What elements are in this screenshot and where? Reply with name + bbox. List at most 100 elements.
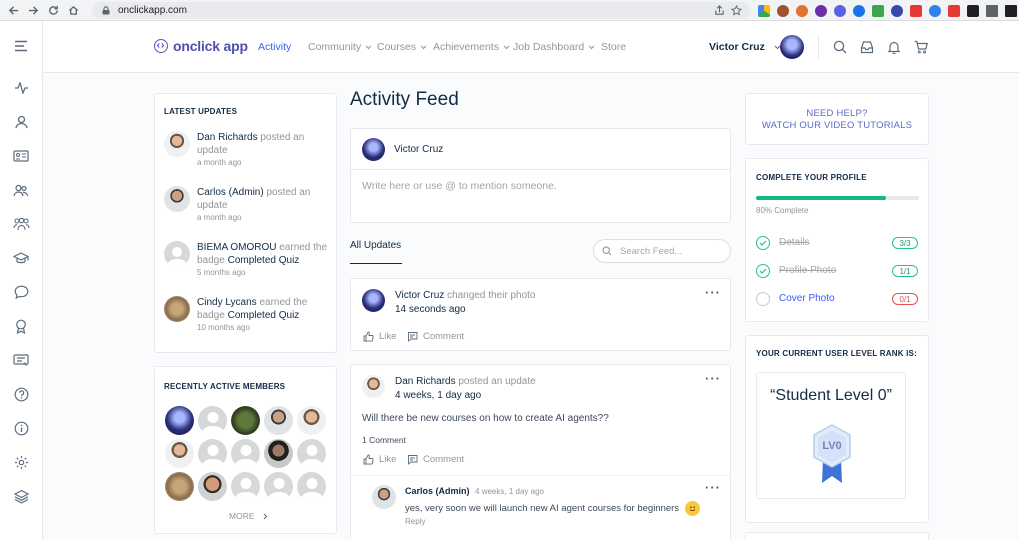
member-avatar[interactable] [264,472,293,501]
media-icon[interactable] [986,4,998,17]
cart-icon[interactable] [914,40,928,54]
star-icon[interactable] [731,5,742,16]
gear-extension-icon[interactable] [891,4,903,17]
member-avatar[interactable] [198,472,227,501]
member-avatar[interactable] [198,439,227,468]
comment-button[interactable]: Comment [407,331,464,342]
like-button[interactable]: Like [363,454,396,465]
nav-activity[interactable]: Activity [258,41,291,53]
composer-input[interactable]: Write here or use @ to mention someone. [362,180,557,192]
post-avatar[interactable] [362,289,385,312]
share-icon[interactable] [714,5,725,16]
lens-extension-icon[interactable] [929,4,941,17]
post-options-icon[interactable]: ··· [705,285,721,300]
sidepanel-icon[interactable] [1005,4,1017,17]
graduation-cap-icon[interactable] [12,249,30,267]
search-feed-input[interactable]: Search Feed... [593,239,731,263]
post-body: Will there be new courses on how to crea… [362,413,609,424]
level-badge-icon: LV0 [810,423,854,485]
search-icon[interactable] [833,40,847,54]
member-avatar[interactable] [231,406,260,435]
bell-icon[interactable] [887,40,901,54]
bolt-extension-icon[interactable] [796,4,808,17]
more-members-link[interactable]: MORE [229,511,268,521]
globe-extension-icon[interactable] [853,4,865,17]
forward-icon[interactable] [26,3,40,17]
update-author[interactable]: Cindy Lycans [197,297,257,308]
nav-achievements[interactable]: Achievements [433,41,510,53]
groups-icon[interactable] [12,215,30,233]
job-board-icon[interactable] [12,351,30,369]
member-avatar[interactable] [231,439,260,468]
avatar[interactable] [164,241,190,267]
nav-store[interactable]: Store [601,41,626,53]
puzzle-icon[interactable] [967,4,979,17]
avatar[interactable] [164,296,190,322]
profile-icon[interactable] [12,113,30,131]
user-menu[interactable]: Victor Cruz [709,41,781,53]
update-badge[interactable]: Completed Quiz [228,310,300,321]
reply-link[interactable]: Reply [405,517,425,526]
circle-extension-icon[interactable] [834,4,846,17]
drive-extension-icon[interactable] [758,4,770,17]
member-avatar[interactable] [297,439,326,468]
cookie-extension-icon[interactable] [777,4,789,17]
member-avatar[interactable] [231,472,260,501]
comment-author[interactable]: Carlos (Admin) [405,486,470,496]
comment-count[interactable]: 1 Comment [362,435,406,445]
post-avatar[interactable] [362,375,385,398]
member-avatar[interactable] [264,439,293,468]
back-icon[interactable] [6,3,20,17]
address-bar[interactable]: onclickapp.com [92,2,750,19]
reload-icon[interactable] [46,3,60,17]
help-tutorials-link[interactable]: WATCH OUR VIDEO TUTORIALS [746,120,928,131]
profile-step-details[interactable]: Details [779,237,810,248]
member-avatar[interactable] [297,406,326,435]
layers-icon[interactable] [12,487,30,505]
nav-community[interactable]: Community [308,41,372,53]
activity-icon[interactable] [12,79,30,97]
like-button[interactable]: Like [363,331,396,342]
image-extension-icon[interactable] [872,4,884,17]
post-options-icon[interactable]: ··· [705,371,721,386]
update-author[interactable]: Carlos (Admin) [197,187,264,198]
profile-step-cover[interactable]: Cover Photo [779,293,835,304]
member-avatar[interactable] [165,439,194,468]
crown-extension-icon[interactable] [910,4,922,17]
update-badge[interactable]: Completed Quiz [228,255,300,266]
member-avatar[interactable] [198,406,227,435]
user-avatar[interactable] [780,35,804,59]
id-card-icon[interactable] [12,147,30,165]
update-author[interactable]: Dan Richards [197,132,258,143]
member-avatar[interactable] [264,406,293,435]
home-icon[interactable] [66,3,80,17]
help-widget[interactable]: NEED HELP? WATCH OUR VIDEO TUTORIALS [745,93,929,145]
help-icon[interactable] [12,385,30,403]
settings-gear-icon[interactable] [12,453,30,471]
friends-icon[interactable] [12,181,30,199]
tab-all-updates[interactable]: All Updates [350,240,401,251]
post-author[interactable]: Victor Cruz [395,290,444,301]
comment-avatar[interactable] [372,485,396,509]
nav-courses[interactable]: Courses [377,41,427,53]
record-extension-icon[interactable] [948,4,960,17]
menu-icon[interactable] [12,37,30,55]
member-avatar[interactable] [165,406,194,435]
nav-job-dashboard[interactable]: Job Dashboard [513,41,595,53]
award-icon[interactable] [12,317,30,335]
inbox-icon[interactable] [860,40,874,54]
update-author[interactable]: BIEMA OMOROU [197,242,276,253]
user-extension-icon[interactable] [815,4,827,17]
chat-icon[interactable] [12,283,30,301]
profile-step-photo[interactable]: Profile Photo [779,265,836,276]
avatar[interactable] [164,186,190,212]
member-avatar[interactable] [297,472,326,501]
latest-updates-widget: LATEST UPDATES Dan Richards posted an up… [154,93,337,353]
info-icon[interactable] [12,419,30,437]
site-logo[interactable]: onclick app [154,38,248,54]
member-avatar[interactable] [165,472,194,501]
post-author[interactable]: Dan Richards [395,376,456,387]
avatar[interactable] [164,131,190,157]
comment-options-icon[interactable]: ··· [705,480,721,495]
comment-button[interactable]: Comment [407,454,464,465]
